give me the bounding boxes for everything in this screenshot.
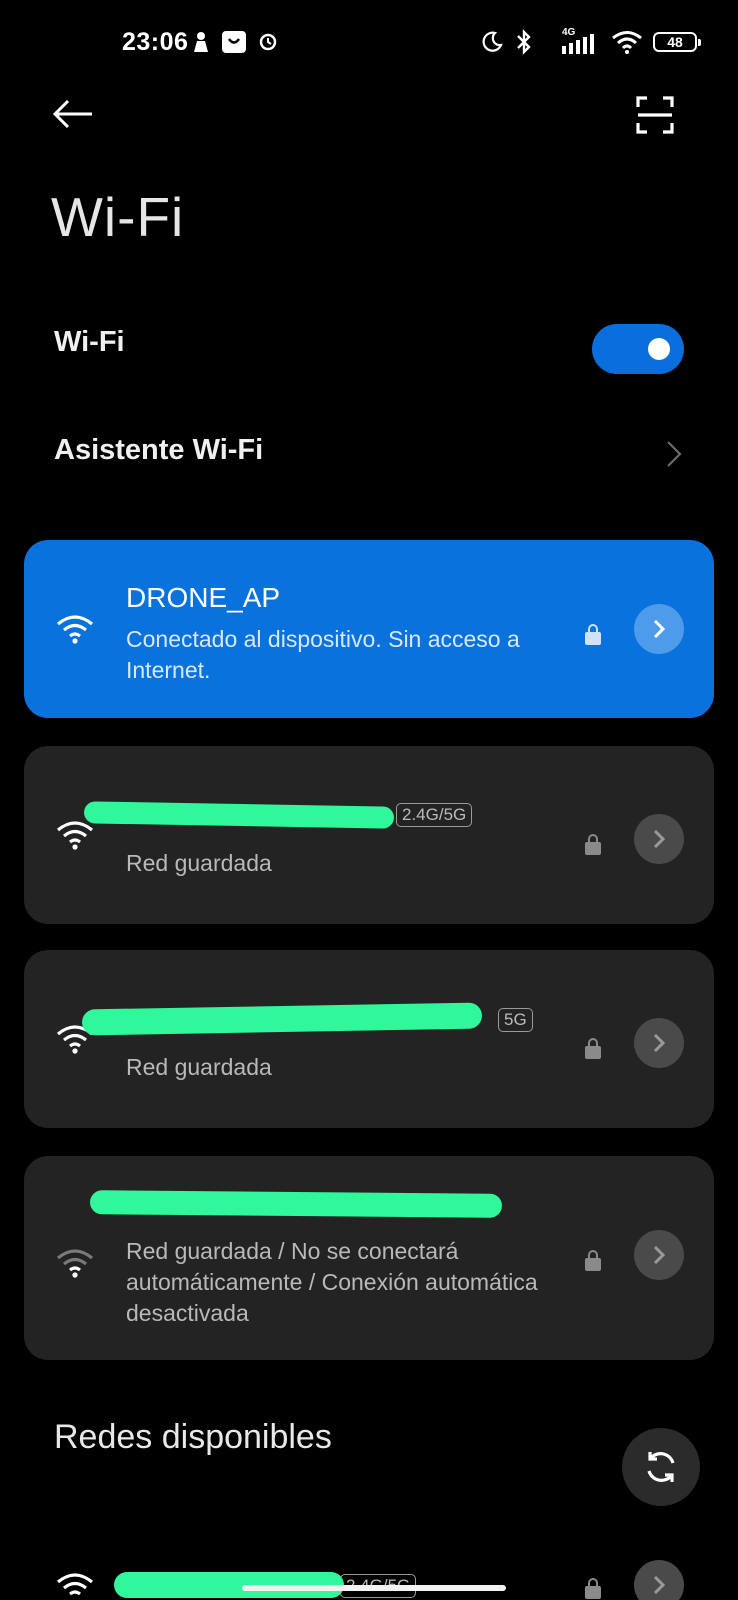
band-badge: 2.4G/5G bbox=[396, 803, 473, 827]
battery-indicator: 48 bbox=[653, 32, 701, 52]
network-card-connected[interactable]: DRONE_AP Conectado al dispositivo. Sin a… bbox=[24, 540, 714, 718]
network-card-saved[interactable]: Red guardada / No se conectará automátic… bbox=[24, 1156, 714, 1360]
network-details-button[interactable] bbox=[634, 1560, 684, 1600]
redacted-network-name bbox=[83, 801, 395, 829]
network-details-button[interactable] bbox=[634, 604, 684, 654]
network-status: Red guardada bbox=[126, 850, 272, 876]
back-arrow-icon[interactable] bbox=[52, 96, 94, 132]
wifi-signal-icon bbox=[56, 614, 94, 649]
network-details-button[interactable] bbox=[634, 1230, 684, 1280]
network-status: Conectado al dispositivo. Sin acceso a I… bbox=[126, 626, 520, 683]
network-details-button[interactable] bbox=[634, 814, 684, 864]
wifi-weak-signal-icon bbox=[56, 1248, 94, 1283]
lock-icon bbox=[585, 1578, 601, 1599]
wifi-signal-icon bbox=[56, 820, 94, 855]
notification-icon bbox=[190, 28, 212, 56]
scan-qr-icon[interactable] bbox=[636, 96, 674, 134]
lock-icon bbox=[585, 624, 601, 645]
lock-icon bbox=[585, 1250, 601, 1271]
wifi-toggle-label: Wi-Fi bbox=[54, 326, 125, 358]
wifi-status-icon bbox=[610, 28, 644, 56]
available-networks-title: Redes disponibles bbox=[54, 1418, 332, 1456]
cell-signal-icon bbox=[556, 34, 598, 54]
redacted-network-name bbox=[89, 1190, 503, 1218]
chevron-right-icon bbox=[666, 440, 682, 473]
wifi-assistant-row[interactable]: Asistente Wi-Fi bbox=[0, 410, 738, 500]
network-status: Red guardada / No se conectará automátic… bbox=[126, 1238, 538, 1326]
network-card-saved[interactable]: 5G Red guardada bbox=[24, 950, 714, 1128]
watch-app-icon bbox=[257, 28, 279, 56]
refresh-button[interactable] bbox=[622, 1428, 700, 1506]
wifi-signal-icon bbox=[56, 1572, 94, 1600]
page-title: Wi-Fi bbox=[51, 186, 185, 248]
home-indicator bbox=[242, 1585, 506, 1591]
wifi-assistant-label: Asistente Wi-Fi bbox=[54, 434, 264, 466]
lock-icon bbox=[585, 834, 601, 855]
network-card-saved[interactable]: 2.4G/5G Red guardada bbox=[24, 746, 714, 924]
toggle-knob bbox=[648, 338, 670, 360]
wifi-toggle[interactable] bbox=[592, 324, 684, 374]
band-badge: 5G bbox=[498, 1008, 533, 1032]
redacted-network-name bbox=[81, 1002, 483, 1036]
status-time: 23:06 bbox=[122, 28, 189, 56]
network-status: Red guardada bbox=[126, 1054, 272, 1080]
moon-icon bbox=[479, 28, 505, 56]
available-network-row[interactable]: 2.4G/5G bbox=[0, 1560, 738, 1600]
bluetooth-icon bbox=[512, 28, 536, 56]
shopping-app-icon bbox=[221, 28, 247, 56]
network-details-button[interactable] bbox=[634, 1018, 684, 1068]
network-name: DRONE_AP bbox=[126, 582, 281, 613]
lock-icon bbox=[585, 1038, 601, 1059]
